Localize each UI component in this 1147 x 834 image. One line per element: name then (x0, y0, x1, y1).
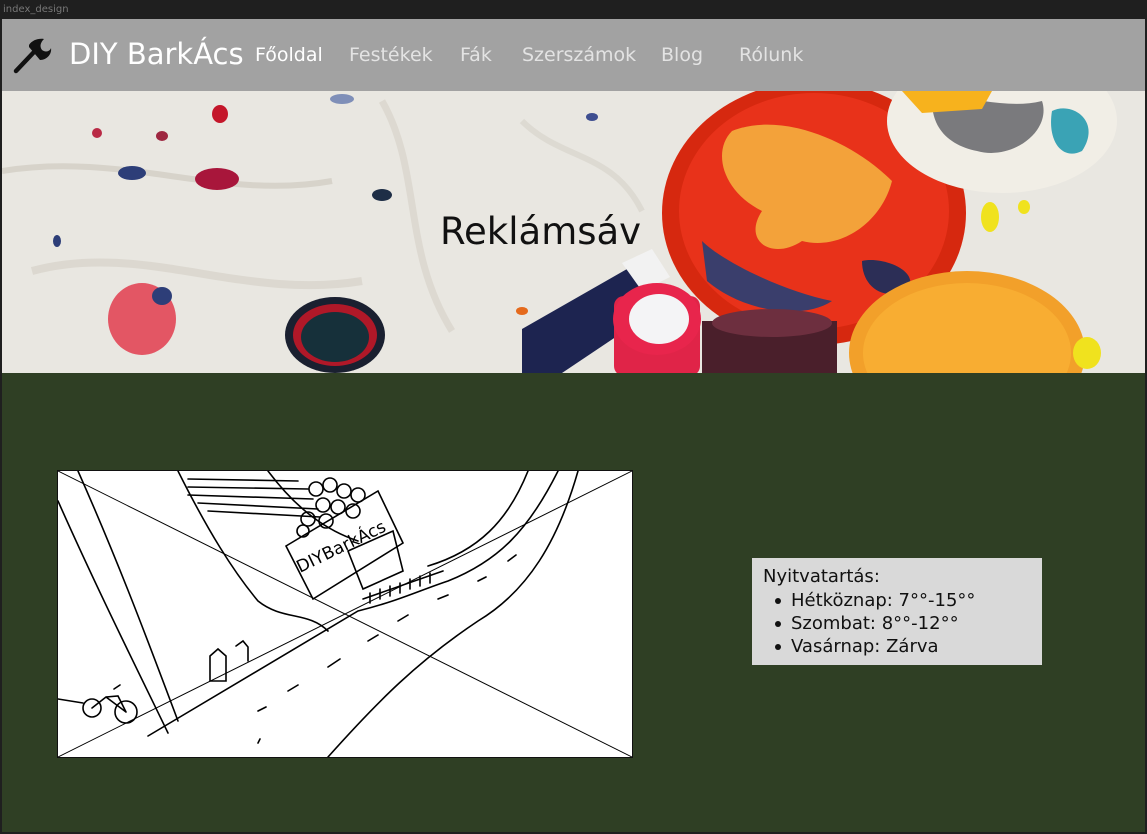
opening-hours-title: Nyitvatartás: (763, 566, 880, 587)
axe-icon[interactable] (12, 36, 52, 74)
opening-hours-item: Vasárnap: Zárva (763, 635, 1031, 658)
brand-name[interactable]: DIY BarkÁcs (69, 35, 244, 73)
window-label: index_design (3, 4, 69, 15)
navbar: DIY BarkÁcs Főoldal Festékek Fák Szerszá… (2, 19, 1145, 91)
hero-banner: Reklámsáv (2, 91, 1145, 373)
sketch-sign-text: DIYBarkÁcs (293, 515, 390, 577)
page-frame: DIY BarkÁcs Főoldal Festékek Fák Szerszá… (2, 19, 1145, 832)
nav-link-blog[interactable]: Blog (661, 43, 703, 67)
nav-link-fooldal[interactable]: Főoldal (255, 43, 323, 67)
nav-link-szerszamok[interactable]: Szerszámok (522, 43, 636, 67)
opening-hours-box: Nyitvatartás: Hétköznap: 7°°-15°° Szomba… (752, 558, 1042, 665)
nav-link-rolunk[interactable]: Rólunk (739, 43, 803, 67)
shop-sketch-image: DIYBarkÁcs (57, 470, 633, 758)
opening-hours-list: Hétköznap: 7°°-15°° Szombat: 8°°-12°° Va… (763, 589, 1031, 658)
opening-hours-item: Hétköznap: 7°°-15°° (763, 589, 1031, 612)
hero-title: Reklámsáv (440, 210, 642, 253)
nav-link-festekek[interactable]: Festékek (349, 43, 433, 67)
opening-hours-item: Szombat: 8°°-12°° (763, 612, 1031, 635)
nav-link-fak[interactable]: Fák (460, 43, 492, 67)
